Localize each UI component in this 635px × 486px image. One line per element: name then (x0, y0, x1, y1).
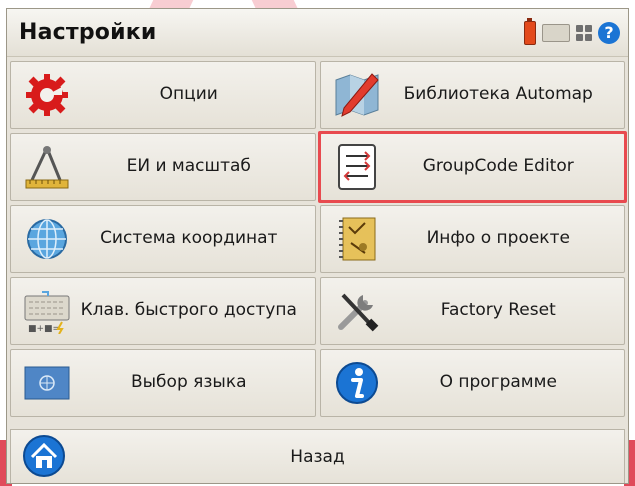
globe-icon (21, 213, 73, 265)
shortcut-keys-label: Клав. быстрого доступа (80, 300, 297, 321)
back-button[interactable]: Назад (10, 429, 625, 483)
title-bar: Настройки ? (7, 9, 628, 57)
settings-screen: Настройки ? Опции Библиотека Automap ЕИ … (6, 8, 629, 484)
status-icons: ? (524, 17, 620, 45)
tools-icon (331, 285, 383, 337)
keyboard-icon[interactable] (542, 23, 570, 42)
project-info-icon (331, 213, 383, 265)
options-label: Опции (159, 84, 218, 105)
coordinate-system-label: Система координат (100, 228, 278, 249)
options-gear-icon (21, 69, 73, 121)
about-label: О программе (439, 372, 557, 393)
automap-library-label: Библиотека Automap (403, 84, 593, 105)
settings-grid: Опции Библиотека Automap ЕИ и масштаб Gr… (10, 61, 627, 417)
groupcode-editor-label: GroupCode Editor (422, 156, 574, 177)
project-info-button[interactable]: Инфо о проекте (319, 205, 625, 273)
language-flag-icon (21, 357, 73, 409)
about-button[interactable]: О программе (319, 349, 625, 417)
map-library-icon (331, 69, 383, 121)
svg-text:■+■=: ■+■= (28, 324, 60, 334)
language-button[interactable]: Выбор языка (10, 349, 316, 417)
units-scale-label: ЕИ и масштаб (126, 156, 251, 177)
groupcode-editor-icon (331, 141, 383, 193)
shortcut-keys-button[interactable]: ■+■= Клав. быстрого доступа (10, 277, 316, 345)
groupcode-editor-button[interactable]: GroupCode Editor (317, 131, 627, 203)
language-label: Выбор языка (130, 372, 247, 393)
grid-icon[interactable] (576, 24, 592, 41)
units-scale-button[interactable]: ЕИ и масштаб (10, 133, 316, 201)
factory-reset-label: Factory Reset (440, 300, 556, 321)
help-icon[interactable]: ? (598, 21, 620, 44)
info-icon (331, 357, 383, 409)
factory-reset-button[interactable]: Factory Reset (319, 277, 625, 345)
project-info-label: Инфо о проекте (426, 228, 570, 249)
units-scale-icon (21, 141, 73, 193)
shortcut-keyboard-icon: ■+■= (21, 285, 73, 337)
automap-library-button[interactable]: Библиотека Automap (319, 61, 625, 129)
options-button[interactable]: Опции (10, 61, 316, 129)
window-title: Настройки (19, 20, 157, 45)
back-label: Назад (290, 447, 345, 467)
coordinate-system-button[interactable]: Система координат (10, 205, 316, 273)
battery-icon[interactable] (524, 17, 536, 45)
